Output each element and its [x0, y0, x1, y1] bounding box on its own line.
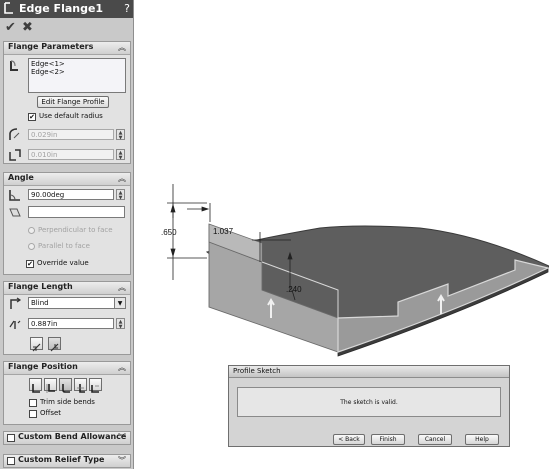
flange-position-group: Flange Position ︽ Trim side bends Offset [3, 361, 131, 425]
custom-bend-allowance-checkbox[interactable] [7, 434, 15, 442]
use-default-radius-checkbox[interactable]: ✔ [28, 113, 36, 121]
trim-side-bends-checkbox[interactable] [29, 399, 37, 407]
flange-position-header[interactable]: Flange Position ︽ [4, 362, 130, 375]
expand-chevron-icon[interactable]: ︾ [118, 455, 126, 466]
flange-parameters-header[interactable]: Flange Parameters ︽ [4, 42, 130, 55]
profile-sketch-dialog: Profile Sketch The sketch is valid. < Ba… [228, 365, 510, 447]
material-inside-button[interactable] [29, 378, 42, 393]
offset-checkbox[interactable] [29, 410, 37, 418]
edge-item[interactable]: Edge<1> [31, 60, 123, 68]
collapse-chevron-icon[interactable]: ︽ [118, 362, 126, 373]
use-default-radius-label: Use default radius [39, 112, 103, 120]
gap-spinner[interactable]: ▲ ▼ [116, 149, 125, 160]
custom-relief-type-checkbox[interactable] [7, 457, 15, 465]
bend-from-virtual-sharp-button[interactable] [74, 378, 87, 393]
flange-length-icon [9, 320, 21, 329]
gap-input[interactable]: 0.010in [28, 149, 114, 160]
feature-title: Edge Flange1 [19, 2, 104, 15]
edge-flange-icon [4, 2, 13, 14]
custom-relief-type-label: Custom Relief Type [18, 455, 105, 464]
edge-item[interactable]: Edge<2> [31, 68, 123, 76]
edge-selection-icon [10, 60, 18, 71]
edges-selection-list[interactable]: Edge<1> Edge<2> [28, 58, 126, 93]
bend-radius-spinner[interactable]: ▲ ▼ [116, 129, 125, 140]
outer-virtual-sharp-icon [32, 343, 41, 352]
edit-flange-profile-button[interactable]: Edit Flange Profile [37, 96, 109, 108]
bend-radius-icon [9, 128, 20, 140]
dimension-label[interactable]: 1.037 [213, 227, 234, 236]
flange-parameters-title: Flange Parameters [8, 42, 94, 51]
flange-position-buttons [29, 378, 103, 393]
bend-radius-input[interactable]: 0.029in [28, 129, 114, 140]
help-icon[interactable]: ? [124, 2, 130, 15]
reference-face-icon [9, 208, 21, 217]
flange-length-input[interactable]: 0.887in [28, 318, 114, 329]
property-manager: Edge Flange1 ? ✔ ✖ Flange Parameters ︽ E… [0, 0, 134, 469]
end-condition-value: Blind [31, 299, 49, 307]
parallel-to-face-label: Parallel to face [38, 242, 90, 250]
reverse-direction-icon [10, 297, 22, 309]
dialog-message-box: The sketch is valid. [237, 387, 501, 417]
parallel-to-face-radio[interactable] [28, 243, 35, 250]
dialog-title-bar[interactable]: Profile Sketch [229, 366, 509, 378]
flange-length-group: Flange Length ︽ Blind ▼ 0.887in ▲ ▼ [3, 281, 131, 355]
material-outside-button[interactable] [44, 378, 57, 393]
flange-length-title: Flange Length [8, 282, 73, 291]
flange-length-header[interactable]: Flange Length ︽ [4, 282, 130, 295]
inner-virtual-sharp-button[interactable] [48, 337, 61, 352]
override-value-checkbox[interactable]: ✔ [26, 260, 34, 268]
bend-outside-icon [62, 384, 70, 393]
dimension-label[interactable]: .650 [161, 228, 177, 237]
trim-side-bends-label: Trim side bends [40, 398, 95, 406]
perpendicular-to-face-label: Perpendicular to face [38, 226, 113, 234]
offset-label: Offset [40, 409, 62, 417]
angle-header[interactable]: Angle ︽ [4, 173, 130, 186]
property-manager-title-bar: Edge Flange1 ? [0, 0, 133, 18]
bend-outside-button[interactable] [59, 378, 72, 393]
flange-parameters-group: Flange Parameters ︽ Edge<1> Edge<2> Edit… [3, 41, 131, 164]
angle-spinner[interactable]: ▲ ▼ [116, 189, 125, 200]
perpendicular-to-face-radio[interactable] [28, 227, 35, 234]
custom-bend-allowance-label: Custom Bend Allowance [18, 432, 127, 441]
custom-bend-allowance-header[interactable]: Custom Bend Allowance ︾ [3, 431, 131, 445]
tangent-to-bend-button[interactable] [89, 378, 102, 393]
ok-checkmark-icon[interactable]: ✔ [5, 20, 16, 35]
reference-face-input[interactable] [28, 206, 125, 218]
cancel-button[interactable]: Cancel [418, 434, 452, 445]
collapse-chevron-icon[interactable]: ︽ [118, 173, 126, 184]
collapse-chevron-icon[interactable]: ︽ [118, 282, 126, 293]
back-button[interactable]: < Back [333, 434, 365, 445]
finish-button[interactable]: Finish [371, 434, 405, 445]
expand-chevron-icon[interactable]: ︾ [118, 432, 126, 443]
custom-relief-type-header[interactable]: Custom Relief Type ︾ [3, 454, 131, 468]
collapse-chevron-icon[interactable]: ︽ [118, 42, 126, 53]
angle-group: Angle ︽ 90.00deg ▲ ▼ Perpendicular to fac… [3, 172, 131, 275]
outer-virtual-sharp-button[interactable] [30, 337, 43, 352]
angle-input[interactable]: 90.00deg [28, 189, 114, 200]
tangent-to-bend-icon [91, 385, 99, 393]
dialog-title: Profile Sketch [233, 367, 281, 375]
override-value-label: Override value [37, 259, 89, 267]
end-condition-select[interactable]: Blind ▼ [28, 297, 126, 309]
dimension-label[interactable]: .240 [286, 285, 302, 294]
flange-position-title: Flange Position [8, 362, 78, 371]
bend-from-virtual-sharp-icon [77, 384, 85, 393]
cancel-x-icon[interactable]: ✖ [22, 20, 33, 35]
material-inside-icon [32, 384, 40, 393]
gap-icon [9, 149, 21, 161]
flange-length-spinner[interactable]: ▲ ▼ [116, 318, 125, 329]
help-button[interactable]: Help [465, 434, 499, 445]
flange-angle-icon [9, 190, 20, 201]
angle-title: Angle [8, 173, 34, 182]
dialog-message: The sketch is valid. [340, 399, 398, 406]
ok-cancel-bar [0, 18, 133, 38]
dropdown-arrow-icon[interactable]: ▼ [114, 298, 125, 308]
material-outside-icon [46, 384, 55, 393]
inner-virtual-sharp-icon [50, 343, 59, 352]
